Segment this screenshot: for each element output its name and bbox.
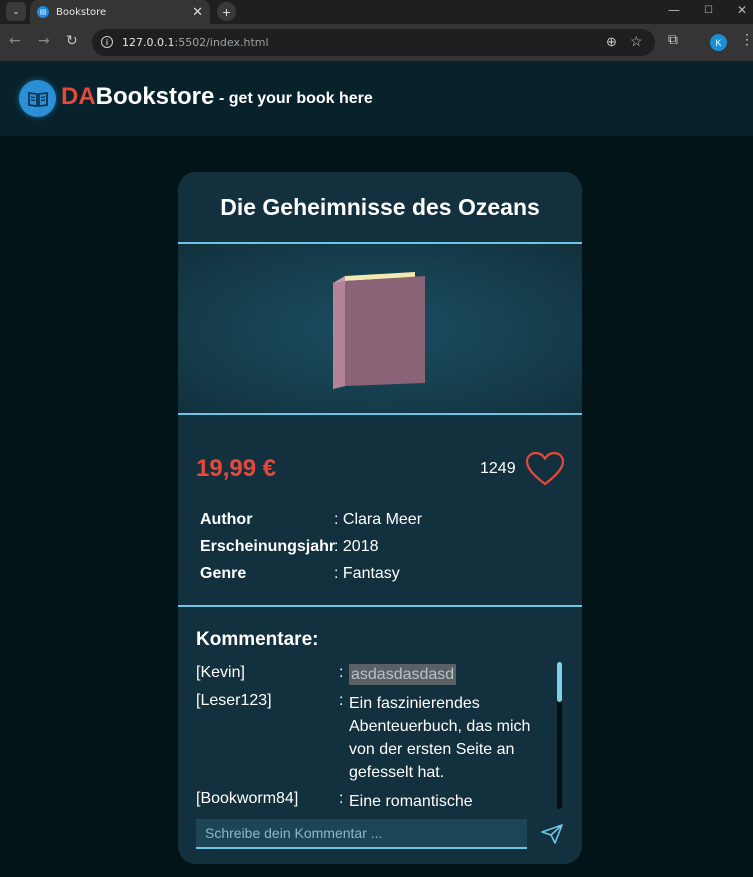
comment-text: Eine romantische: [349, 793, 473, 810]
book-title: Die Geheimnisse des Ozeans: [220, 194, 540, 220]
detail-label: Genre: [200, 565, 247, 582]
comments-heading: Kommentare:: [196, 629, 319, 650]
divider: [178, 605, 582, 607]
book-card: Die Geheimnisse des Ozeans 19,99 € 1249 …: [178, 172, 582, 864]
detail-value: : Clara Meer: [334, 511, 423, 528]
extensions-icon[interactable]: ⧉: [668, 31, 678, 48]
comment-text: asdasdasdasd: [349, 664, 457, 685]
like-count: 1249: [480, 460, 516, 477]
comments-scrollbar[interactable]: [557, 662, 562, 809]
tagline: - get your book here: [219, 90, 373, 107]
comment-text: Ein faszinierendes Abenteuerbuch, das mi…: [349, 695, 531, 781]
star-icon[interactable]: ☆: [630, 33, 643, 50]
window-close-icon[interactable]: ✕: [737, 3, 747, 17]
plus-icon[interactable]: +: [217, 2, 236, 21]
comment-separator: :: [339, 790, 344, 807]
price: 19,99 €: [196, 455, 277, 482]
forward-arrow-icon[interactable]: →: [38, 33, 50, 49]
reload-icon[interactable]: ↻: [66, 33, 78, 49]
comment-user: [Leser123]: [196, 692, 272, 709]
detail-value: : Fantasy: [334, 565, 400, 582]
detail-value: : 2018: [334, 538, 379, 555]
book-logo-icon[interactable]: [19, 80, 56, 117]
comment-user: [Bookworm84]: [196, 790, 299, 807]
comment-user: [Kevin]: [196, 664, 245, 681]
browser-tab[interactable]: ▤ Bookstore ✕: [30, 0, 210, 24]
tab-list-icon[interactable]: ⌄: [6, 2, 26, 21]
browser-toolbar: ← → ↻ i 127.0.0.1:5502/index.html ⊕ ☆: [0, 24, 753, 61]
url-text[interactable]: 127.0.0.1:5502/index.html: [122, 36, 269, 49]
detail-label: Author: [200, 511, 253, 528]
comments-list[interactable]: [Kevin] : asdasdasdasd [Leser123] : Ein …: [196, 662, 556, 810]
window-minimize-icon[interactable]: —: [668, 3, 680, 17]
comment-separator: :: [339, 692, 344, 709]
comment-input[interactable]: [196, 819, 527, 849]
book-image-area: [178, 244, 582, 414]
kebab-menu-icon[interactable]: ⋮: [740, 31, 753, 48]
zoom-icon[interactable]: ⊕: [606, 34, 617, 50]
brand-logo-text[interactable]: DABookstore: [61, 83, 214, 111]
back-arrow-icon[interactable]: ←: [9, 33, 21, 49]
browser-tabbar: ⌄ ▤ Bookstore ✕ + — ☐ ✕: [0, 0, 753, 24]
comment-separator: :: [339, 664, 344, 681]
book-cover-image: [333, 272, 425, 389]
tab-title: Bookstore: [56, 6, 107, 18]
address-bar[interactable]: i 127.0.0.1:5502/index.html ⊕ ☆: [92, 29, 655, 56]
favicon-icon: ▤: [37, 6, 49, 18]
profile-avatar[interactable]: K: [710, 34, 727, 51]
window-maximize-icon[interactable]: ☐: [704, 5, 713, 16]
scrollbar-thumb[interactable]: [557, 662, 562, 702]
detail-label: Erscheinungsjahr: [200, 538, 336, 555]
info-icon[interactable]: i: [101, 36, 113, 48]
send-button[interactable]: [539, 823, 565, 845]
close-icon[interactable]: ✕: [192, 4, 203, 20]
divider: [178, 413, 582, 415]
send-icon: [541, 824, 563, 844]
site-header: DABookstore - get your book here: [0, 61, 753, 136]
heart-icon[interactable]: [525, 451, 565, 487]
